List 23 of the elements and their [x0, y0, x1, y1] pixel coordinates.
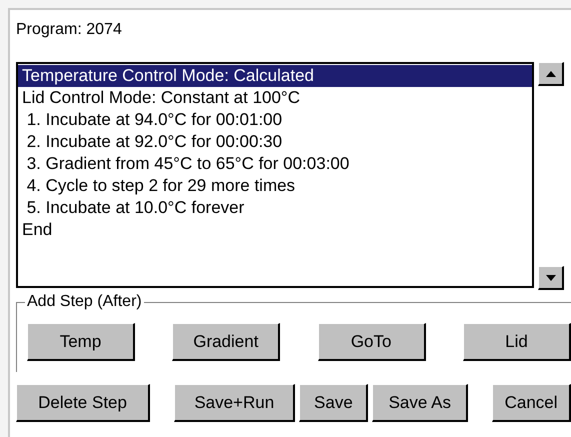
action-button[interactable]: Cancel — [492, 384, 571, 422]
step-line[interactable]: 4. Cycle to step 2 for 29 more times — [18, 175, 532, 197]
group-title: Add Step (After) — [25, 292, 144, 312]
add-step-button[interactable]: Lid — [462, 323, 571, 361]
step-line[interactable]: 1. Incubate at 94.0°C for 00:01:00 — [18, 109, 532, 131]
action-button[interactable]: Save+Run — [174, 384, 296, 422]
up-arrow-icon — [546, 70, 556, 76]
scroll-up-button[interactable] — [538, 62, 564, 86]
step-line[interactable]: End — [18, 219, 532, 241]
action-button[interactable]: Save As — [372, 384, 468, 422]
action-button[interactable]: Delete Step — [16, 384, 150, 422]
add-step-button[interactable]: Gradient — [172, 323, 280, 361]
down-arrow-icon — [546, 274, 556, 280]
step-line[interactable]: 2. Incubate at 92.0°C for 00:00:30 — [18, 131, 532, 153]
step-line[interactable]: 3. Gradient from 45°C to 65°C for 00:03:00 — [18, 153, 532, 175]
program-label: Program: 2074 — [16, 20, 122, 40]
step-line[interactable]: 5. Incubate at 10.0°C forever — [18, 197, 532, 219]
add-step-button[interactable]: GoTo — [318, 323, 426, 361]
step-list[interactable] — [16, 62, 534, 288]
scroll-down-button[interactable] — [538, 266, 564, 290]
add-step-button[interactable]: Temp — [27, 323, 135, 361]
action-button[interactable]: Save — [299, 384, 368, 422]
step-line[interactable]: Lid Control Mode: Constant at 100°C — [18, 87, 532, 109]
